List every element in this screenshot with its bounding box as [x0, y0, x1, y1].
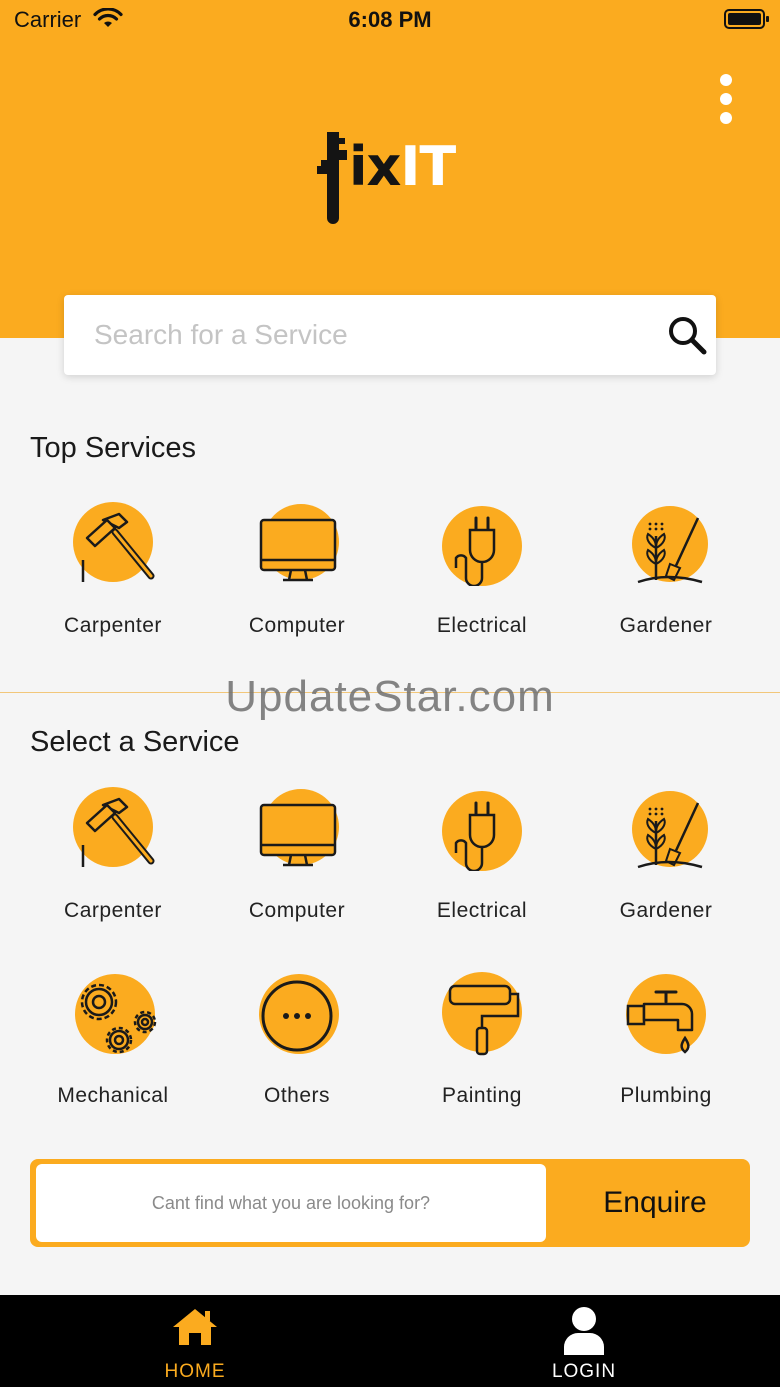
monitor-icon: [259, 789, 339, 867]
top-service-electrical[interactable]: Electrical: [392, 502, 572, 652]
plant-shovel-icon: [632, 791, 708, 869]
service-label: Gardener: [619, 899, 713, 922]
service-electrical[interactable]: Electrical: [392, 787, 572, 937]
service-painting[interactable]: Painting: [392, 972, 572, 1122]
paint-roller-icon: [442, 972, 522, 1056]
fixit-logo: ixIT: [313, 130, 473, 230]
service-label: Computer: [248, 614, 346, 637]
select-service-title: Select a Service: [30, 726, 240, 758]
status-bar: Carrier 6:08 PM: [0, 0, 780, 40]
service-label: Electrical: [436, 899, 528, 922]
user-icon: [564, 1307, 604, 1355]
clock: 6:08 PM: [348, 7, 432, 32]
bottom-tab-bar: HOME LOGIN: [0, 1295, 780, 1387]
service-label: Gardener: [619, 614, 713, 637]
watermark: UpdateStar.com: [225, 672, 555, 721]
service-label: Mechanical: [57, 1084, 169, 1107]
monitor-icon: [259, 504, 339, 582]
top-service-carpenter[interactable]: Carpenter: [23, 502, 203, 652]
tab-home[interactable]: HOME: [95, 1295, 295, 1387]
top-service-computer[interactable]: Computer: [207, 502, 387, 652]
kebab-menu-icon[interactable]: [716, 74, 736, 126]
service-computer[interactable]: Computer: [207, 787, 387, 937]
faucet-icon: [626, 974, 706, 1054]
more-dots-icon: [259, 974, 339, 1054]
service-label: Computer: [248, 899, 346, 922]
app-header: Carrier 6:08 PM ixIT: [0, 0, 780, 338]
service-label: Painting: [442, 1084, 522, 1107]
service-label: Carpenter: [64, 614, 162, 637]
tab-login-label: LOGIN: [551, 1361, 617, 1382]
service-others[interactable]: Others: [207, 972, 387, 1122]
hammer-icon: [73, 502, 155, 582]
logo-wordmark: ixIT: [349, 135, 456, 198]
plug-icon: [442, 791, 522, 871]
search-bar: [64, 295, 716, 375]
search-icon[interactable]: [666, 314, 708, 356]
service-label: Carpenter: [64, 899, 162, 922]
service-plumbing[interactable]: Plumbing: [576, 972, 756, 1122]
home-icon: [173, 1309, 217, 1345]
top-services-title: Top Services: [30, 432, 197, 464]
search-input[interactable]: [94, 315, 654, 355]
tab-home-label: HOME: [164, 1361, 226, 1382]
service-mechanical[interactable]: Mechanical: [23, 972, 203, 1122]
hammer-icon: [73, 787, 155, 867]
service-gardener[interactable]: Gardener: [576, 787, 756, 937]
top-service-gardener[interactable]: Gardener: [576, 502, 756, 652]
plug-icon: [442, 506, 522, 586]
tab-login[interactable]: LOGIN: [484, 1295, 684, 1387]
service-carpenter[interactable]: Carpenter: [23, 787, 203, 937]
gears-icon: [75, 974, 157, 1054]
plant-shovel-icon: [632, 506, 708, 584]
service-label: Others: [263, 1084, 331, 1107]
enquire-input[interactable]: [36, 1164, 546, 1242]
enquire-button[interactable]: Enquire: [560, 1164, 750, 1242]
service-label: Plumbing: [620, 1084, 712, 1107]
service-label: Electrical: [436, 614, 528, 637]
battery-icon: [724, 9, 769, 29]
